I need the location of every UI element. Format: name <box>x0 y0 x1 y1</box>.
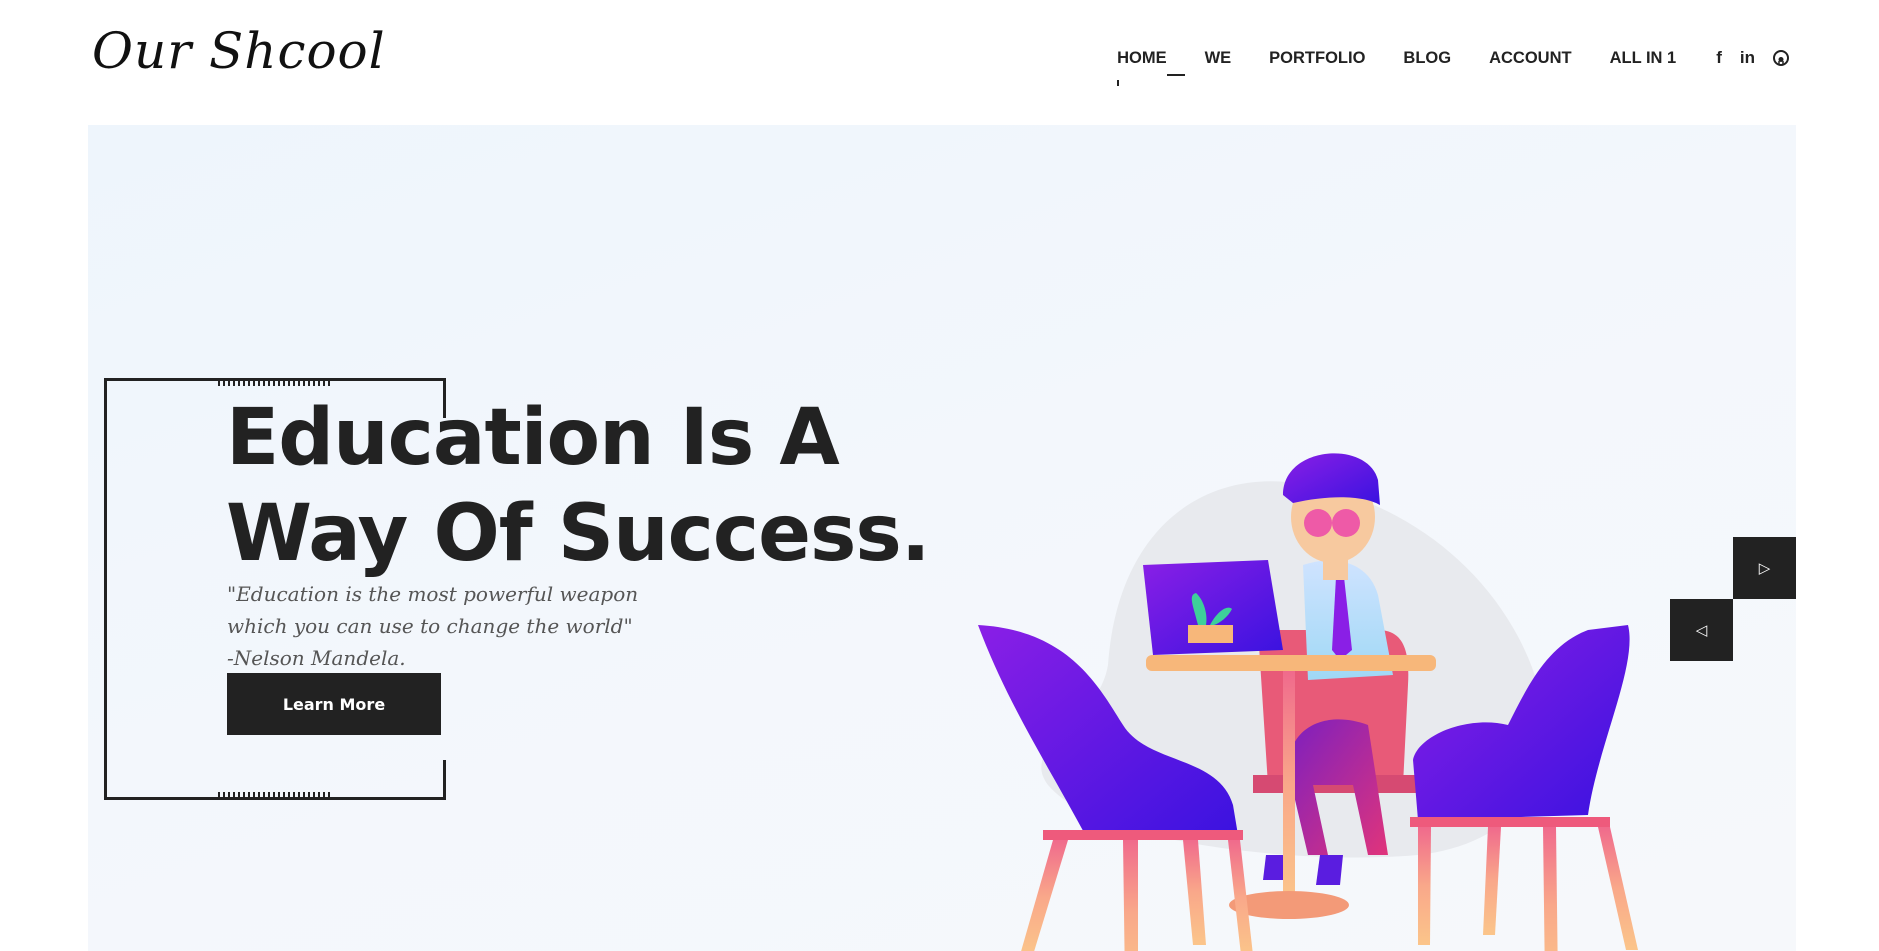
nav-home[interactable]: HOME <box>1117 49 1185 86</box>
play-right-icon: ▷ <box>1758 560 1771 577</box>
nav-all-in-1[interactable]: ALL IN 1 <box>1610 49 1677 68</box>
nav-account[interactable]: ACCOUNT <box>1489 49 1572 68</box>
play-left-icon: ◁ <box>1695 622 1708 639</box>
main-nav: HOME WE PORTFOLIO BLOG ACCOUNT ALL IN 1 … <box>1117 48 1789 86</box>
social-links: f in <box>1716 48 1789 68</box>
quote-line-1: "Education is the most powerful weapon <box>227 582 639 606</box>
hero-section: Education Is A Way Of Success. "Educatio… <box>88 125 1796 951</box>
github-icon[interactable] <box>1773 50 1789 66</box>
student-illustration <box>978 453 1638 951</box>
nav-we[interactable]: WE <box>1205 49 1232 68</box>
linkedin-icon[interactable]: in <box>1740 48 1755 68</box>
facebook-icon[interactable]: f <box>1716 48 1722 68</box>
headline-line-2: Way Of Success. <box>226 489 930 579</box>
quote-line-2: which you can use to change the world" <box>227 614 633 638</box>
quote-author: -Nelson Mandela. <box>227 646 406 670</box>
learn-more-button[interactable]: Learn More <box>227 673 441 735</box>
nav-blog[interactable]: BLOG <box>1403 49 1451 68</box>
slider-prev-button[interactable]: ◁ <box>1670 599 1733 661</box>
hero-quote: "Education is the most powerful weapon w… <box>227 578 638 674</box>
site-logo[interactable]: Our Shcool <box>92 22 386 80</box>
hero-headline: Education Is A Way Of Success. <box>226 390 930 582</box>
slider-next-button[interactable]: ▷ <box>1733 537 1796 599</box>
headline-line-1: Education Is A <box>226 393 840 483</box>
nav-portfolio[interactable]: PORTFOLIO <box>1269 49 1365 68</box>
